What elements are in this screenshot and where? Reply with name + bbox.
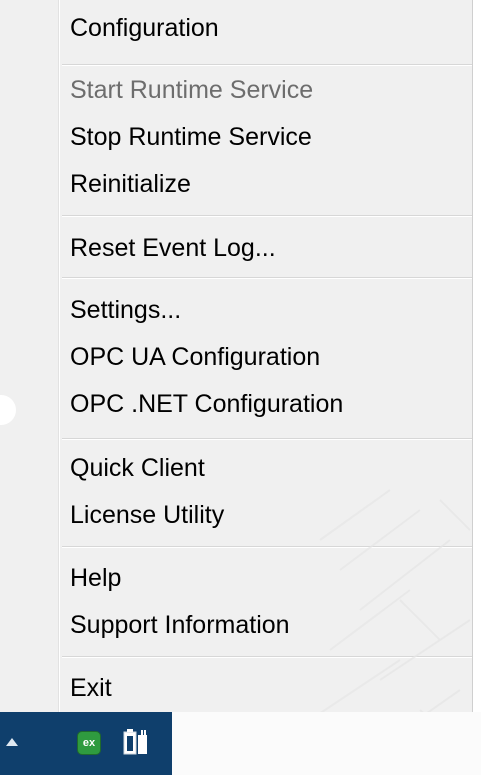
menu-item-help[interactable]: Help: [70, 563, 121, 593]
power-battery-tray-icon[interactable]: [120, 726, 156, 760]
kepserver-ex-tray-icon[interactable]: ex: [77, 731, 101, 755]
menu-icon-gutter-highlight: [59, 0, 60, 712]
menu-item-reset-event-log[interactable]: Reset Event Log...: [70, 233, 276, 263]
menu-item-quick-client[interactable]: Quick Client: [70, 453, 205, 483]
menu-separator: [62, 64, 472, 66]
menu-item-stop-runtime-service[interactable]: Stop Runtime Service: [70, 122, 312, 152]
menu-item-start-runtime-service[interactable]: Start Runtime Service: [70, 75, 313, 105]
menu-separator: [62, 546, 472, 548]
tray-context-menu: Configuration Start Runtime Service Stop…: [0, 0, 473, 712]
menu-item-exit[interactable]: Exit: [70, 673, 112, 703]
menu-separator: [62, 438, 472, 440]
taskbar-clipped-region: [172, 712, 481, 775]
menu-item-opc-net-configuration[interactable]: OPC .NET Configuration: [70, 389, 343, 419]
menu-item-support-information[interactable]: Support Information: [70, 610, 290, 640]
menu-item-reinitialize[interactable]: Reinitialize: [70, 169, 191, 199]
menu-separator: [62, 215, 472, 217]
menu-item-settings[interactable]: Settings...: [70, 295, 181, 325]
menu-item-configuration[interactable]: Configuration: [70, 13, 219, 43]
screen: Configuration Start Runtime Service Stop…: [0, 0, 481, 775]
menu-separator: [62, 277, 472, 279]
menu-separator: [62, 656, 472, 658]
menu-item-opc-ua-configuration[interactable]: OPC UA Configuration: [70, 342, 320, 372]
show-hidden-icons-arrow-icon[interactable]: [6, 738, 18, 746]
menu-item-license-utility[interactable]: License Utility: [70, 500, 224, 530]
